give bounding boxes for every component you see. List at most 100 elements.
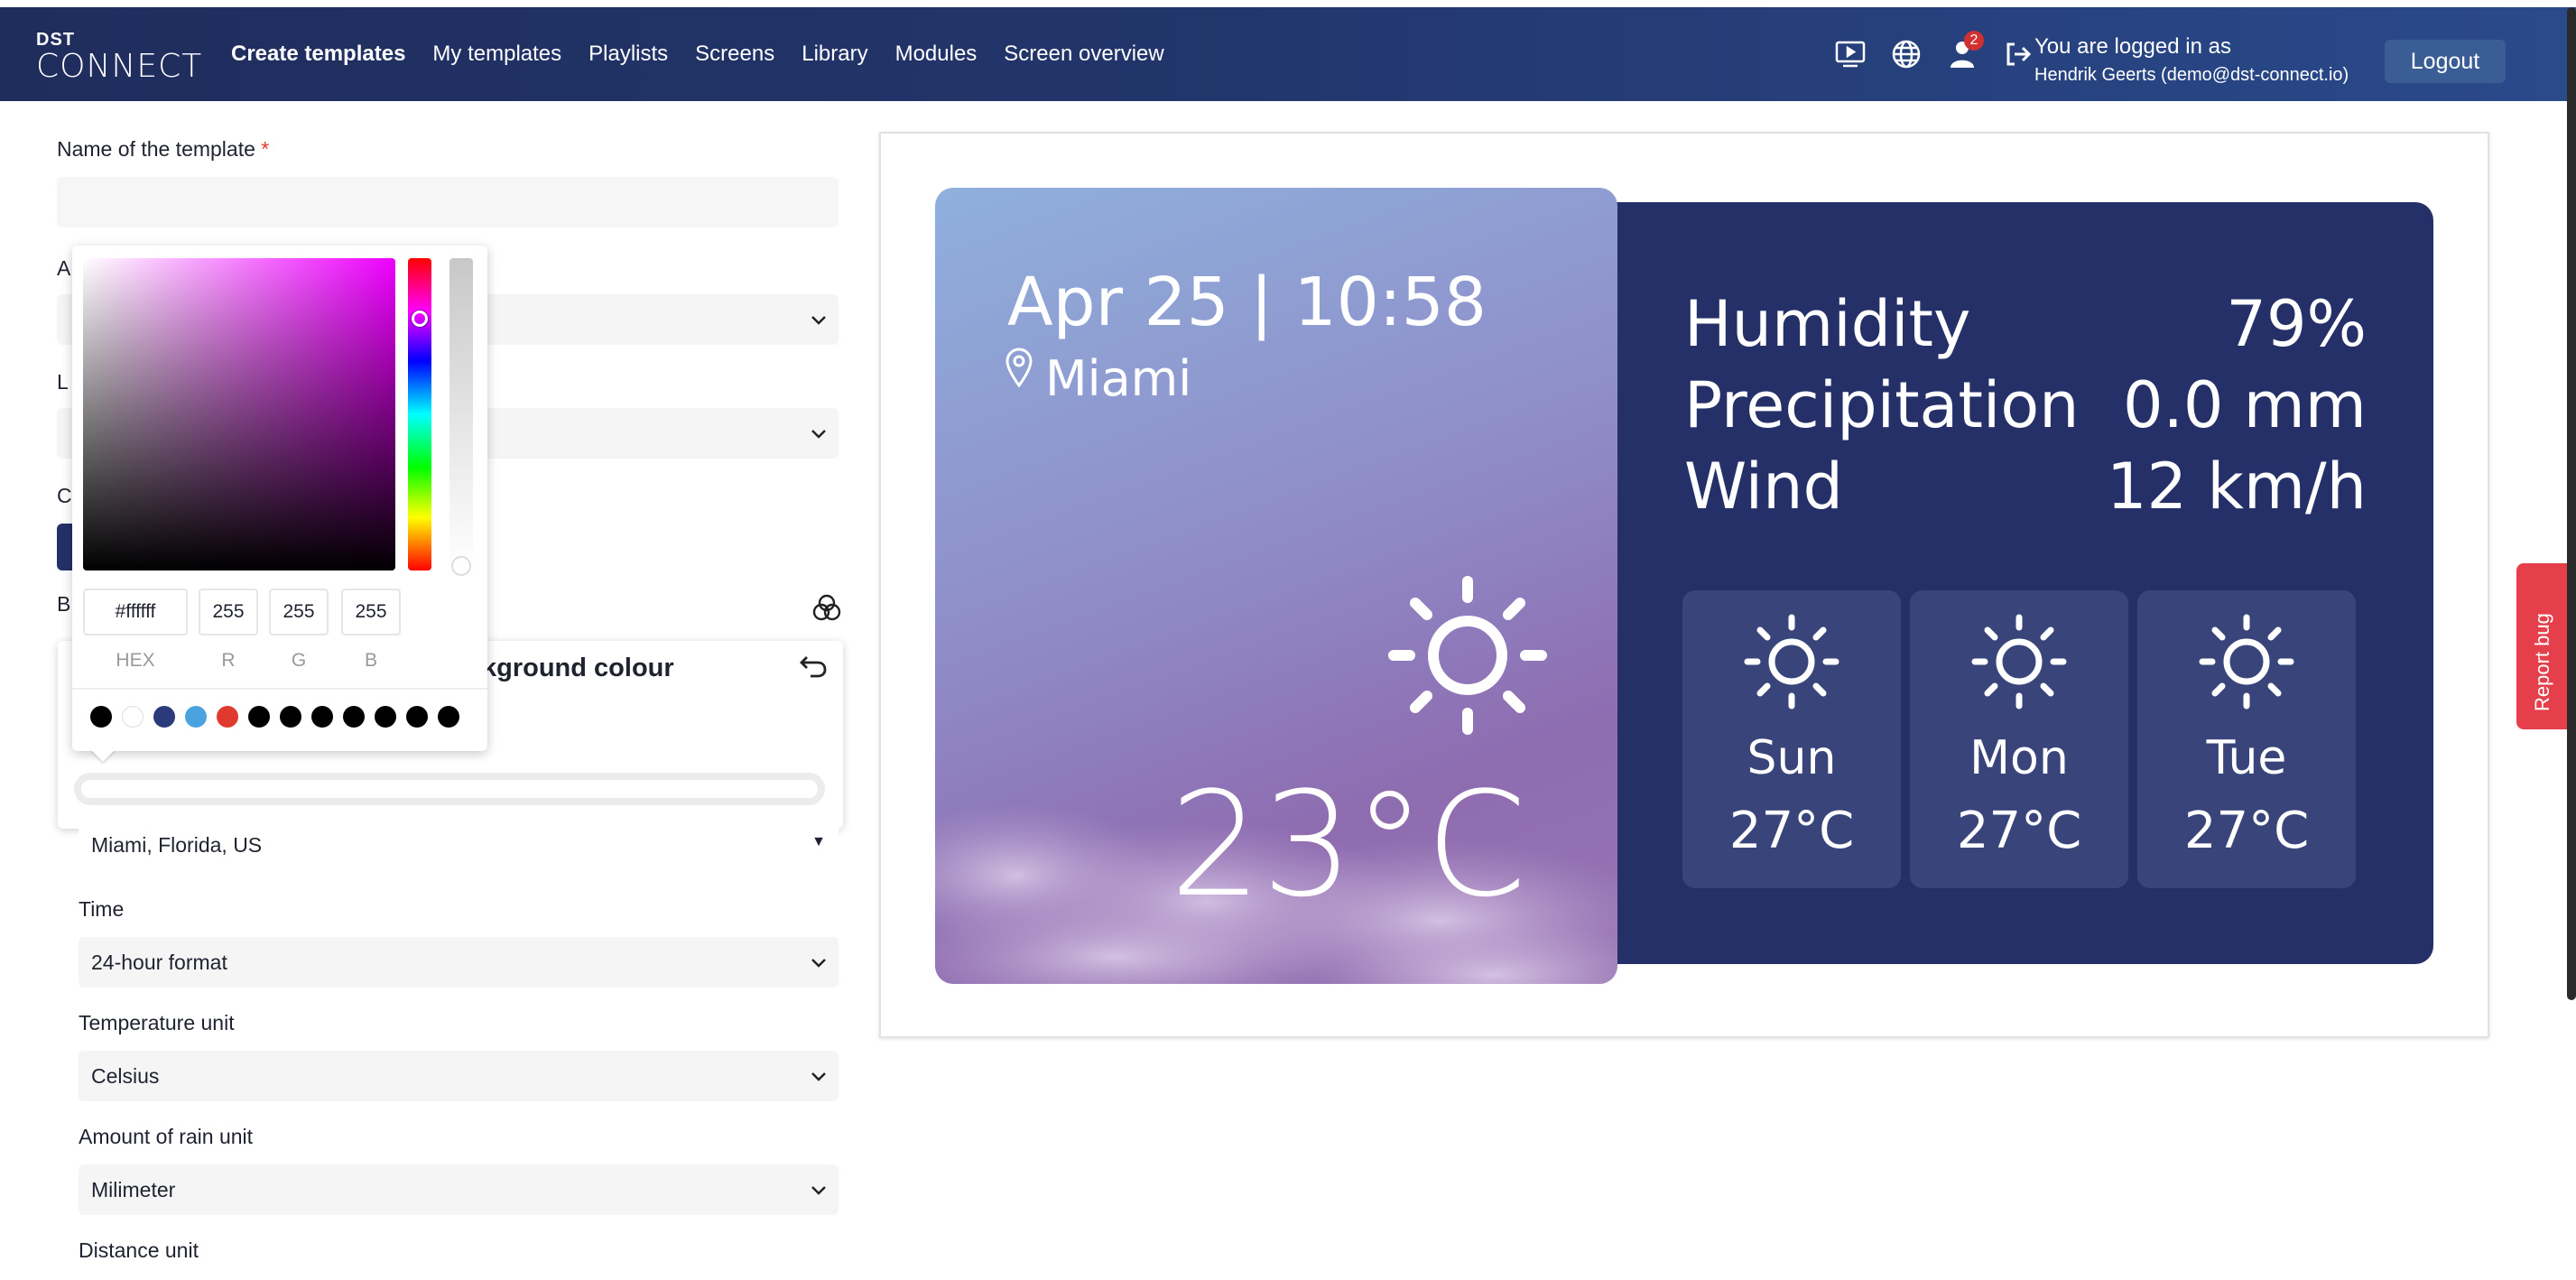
green-label: G xyxy=(291,650,307,671)
sun-icon xyxy=(1971,614,2067,710)
sun-icon xyxy=(1744,614,1839,710)
user-email-text: Hendrik Geerts (demo@dst-connect.io) xyxy=(2034,65,2349,85)
precipitation-label: Precipitation xyxy=(1684,368,2080,442)
preview-date-time: Apr 25 | 10:58 xyxy=(1007,264,1487,341)
color-swatch[interactable] xyxy=(248,706,270,728)
forecast-day-temp: 27°C xyxy=(2183,802,2310,860)
saturation-value-area[interactable] xyxy=(83,258,395,570)
caret-down-icon: ▼ xyxy=(811,834,826,849)
location-select[interactable]: Miami, Florida, US ▼ xyxy=(79,820,839,870)
template-name-label: Name of the template * xyxy=(57,137,269,162)
red-input[interactable]: 255 xyxy=(199,589,258,635)
nav-modules[interactable]: Modules xyxy=(895,42,978,67)
color-swatch[interactable] xyxy=(153,706,175,728)
preview-temperature: 23°C xyxy=(1170,760,1527,929)
nav-screens[interactable]: Screens xyxy=(695,42,774,67)
clipped-label-l: L xyxy=(57,370,69,394)
humidity-value: 79% xyxy=(2226,287,2367,361)
forecast-day-name: Mon xyxy=(1969,731,2069,785)
wind-stat: Wind 12 km/h xyxy=(1684,450,2367,524)
preview-city: Miami xyxy=(1045,350,1192,407)
precipitation-stat: Precipitation 0.0 mm xyxy=(1684,368,2367,442)
rain-unit-select[interactable]: Milimeter xyxy=(79,1164,839,1215)
chevron-down-icon xyxy=(811,1186,826,1195)
picker-pointer xyxy=(90,749,116,762)
chevron-down-icon xyxy=(811,316,826,325)
color-palette-icon[interactable] xyxy=(811,592,843,625)
color-swatch[interactable] xyxy=(90,706,112,728)
humidity-label: Humidity xyxy=(1684,287,1971,361)
color-swatch[interactable] xyxy=(406,706,428,728)
color-swatch[interactable] xyxy=(185,706,207,728)
time-value: 24-hour format xyxy=(91,950,227,974)
nav-screen-overview[interactable]: Screen overview xyxy=(1004,42,1163,67)
color-swatch[interactable] xyxy=(122,706,144,728)
forecast-day-temp: 27°C xyxy=(1956,802,2082,860)
forecast-day-temp: 27°C xyxy=(1728,802,1855,860)
hex-label: HEX xyxy=(116,650,155,671)
chevron-down-icon xyxy=(811,1072,826,1081)
logo-small-text: DST xyxy=(36,30,75,50)
screen-play-icon[interactable] xyxy=(1832,36,1868,72)
rain-unit-label: Amount of rain unit xyxy=(79,1125,254,1148)
dst-connect-logo[interactable]: DST CONNECT xyxy=(36,31,202,83)
login-info: You are logged in as Hendrik Geerts (dem… xyxy=(2034,34,2349,86)
sign-out-icon[interactable] xyxy=(2000,36,2036,72)
template-name-label-text: Name of the template xyxy=(57,137,255,161)
alpha-slider[interactable] xyxy=(449,258,473,570)
undo-icon[interactable] xyxy=(798,650,830,682)
time-select[interactable]: 24-hour format xyxy=(79,937,839,988)
color-swatch[interactable] xyxy=(375,706,396,728)
blue-input[interactable]: 255 xyxy=(341,589,401,635)
notification-badge: 2 xyxy=(1964,31,1984,51)
clipped-label-a: A xyxy=(57,256,71,280)
hue-slider-handle[interactable] xyxy=(412,311,428,327)
sun-icon xyxy=(2199,614,2294,710)
opacity-slider[interactable] xyxy=(74,773,825,805)
red-label: R xyxy=(221,650,236,671)
color-swatch[interactable] xyxy=(438,706,459,728)
forecast-day-name: Tue xyxy=(2206,731,2287,785)
popover-title: kground colour xyxy=(482,654,674,682)
logged-in-text: You are logged in as xyxy=(2034,34,2231,59)
clipped-label-b: B xyxy=(57,592,71,616)
temperature-unit-select[interactable]: Celsius xyxy=(79,1051,839,1101)
location-pin-icon xyxy=(1005,348,1033,388)
template-name-input[interactable] xyxy=(57,177,839,227)
color-swatch[interactable] xyxy=(311,706,333,728)
nav-create-templates[interactable]: Create templates xyxy=(231,42,405,67)
green-input[interactable]: 255 xyxy=(269,589,329,635)
color-swatch[interactable] xyxy=(280,706,301,728)
nav-my-templates[interactable]: My templates xyxy=(432,42,561,67)
nav-playlists[interactable]: Playlists xyxy=(588,42,668,67)
nav-library[interactable]: Library xyxy=(802,42,867,67)
wind-label: Wind xyxy=(1684,450,1843,524)
hue-slider[interactable] xyxy=(408,258,431,570)
picker-divider xyxy=(72,688,487,690)
report-bug-button[interactable]: Report bug xyxy=(2516,563,2569,729)
user-icon[interactable]: 2 xyxy=(1944,31,1984,72)
forecast-day-card: Mon 27°C xyxy=(1910,590,2128,888)
chevron-down-icon xyxy=(811,959,826,968)
color-swatch[interactable] xyxy=(343,706,365,728)
temperature-unit-label: Temperature unit xyxy=(79,1011,235,1034)
clipped-label-c: C xyxy=(57,484,72,507)
forecast-day-card: Sun 27°C xyxy=(1682,590,1901,888)
preset-swatches xyxy=(90,706,459,728)
color-picker: #ffffff 255 255 255 HEX R G B xyxy=(72,246,487,751)
time-label: Time xyxy=(79,897,125,921)
rain-unit-value: Milimeter xyxy=(91,1177,176,1201)
report-bug-label: Report bug xyxy=(2531,613,2553,711)
hex-input[interactable]: #ffffff xyxy=(83,589,188,635)
wind-value: 12 km/h xyxy=(2107,450,2367,524)
required-mark: * xyxy=(261,137,270,161)
alpha-slider-handle[interactable] xyxy=(451,556,471,576)
distance-unit-label: Distance unit xyxy=(79,1238,199,1262)
globe-icon[interactable] xyxy=(1888,36,1924,72)
humidity-stat: Humidity 79% xyxy=(1684,287,2367,361)
logout-button[interactable]: Logout xyxy=(2385,40,2506,83)
page-scrollbar[interactable] xyxy=(2567,7,2576,1000)
temperature-unit-value: Celsius xyxy=(91,1063,160,1088)
color-swatch[interactable] xyxy=(217,706,238,728)
location-value: Miami, Florida, US xyxy=(91,832,263,857)
